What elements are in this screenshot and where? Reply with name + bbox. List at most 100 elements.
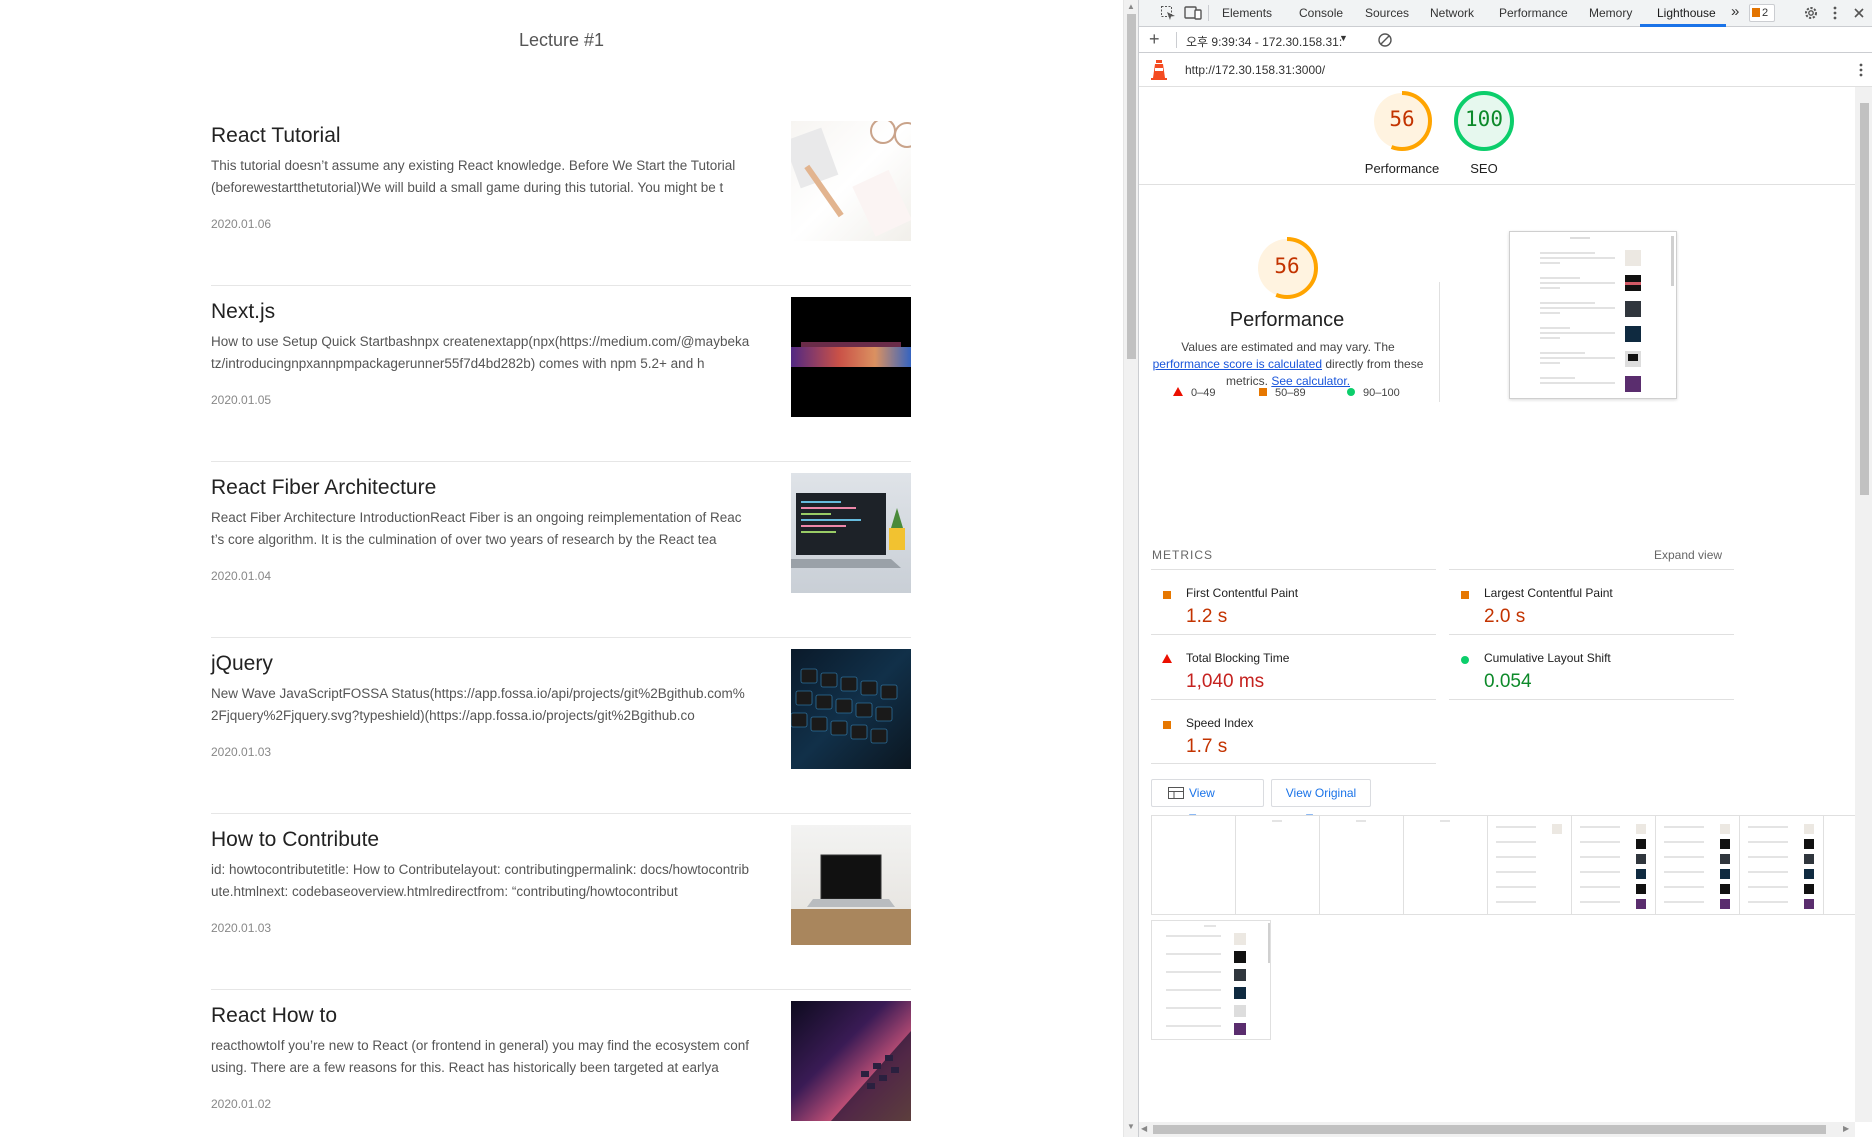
- report-horizontal-scrollbar[interactable]: ◀ ▶: [1139, 1122, 1855, 1137]
- metric-value: 1.2 s: [1186, 606, 1228, 627]
- devtools-panel: Elements Console Sources Network Perform…: [1138, 0, 1872, 1137]
- filmstrip: [1151, 815, 1855, 915]
- laptop-neon-image: [831, 1031, 911, 1121]
- more-tabs-icon[interactable]: »: [1731, 3, 1739, 20]
- tab-console[interactable]: Console: [1299, 6, 1343, 20]
- post-item[interactable]: How to Contribute id: howtocontributetit…: [211, 814, 911, 990]
- filmstrip-frame: [1740, 816, 1824, 914]
- summary-gauge-seo[interactable]: 100 SEO: [1452, 89, 1516, 179]
- post-title[interactable]: jQuery: [211, 652, 273, 676]
- fail-triangle-icon: [1173, 387, 1183, 396]
- filmstrip-frame: [1572, 816, 1656, 914]
- expand-view-toggle[interactable]: Expand view: [1654, 548, 1722, 562]
- report-url-bar: http://172.30.158.31:3000/: [1139, 53, 1872, 87]
- tab-elements[interactable]: Elements: [1222, 6, 1272, 20]
- post-description: reacthowtoIf you’re new to React (or fro…: [211, 1038, 750, 1075]
- app-root: Lecture #1 React Tutorial This tutorial …: [0, 0, 1872, 1137]
- post-item[interactable]: React How to reacthowtoIf you’re new to …: [211, 990, 911, 1137]
- settings-gear-icon[interactable]: [1803, 5, 1819, 21]
- post-thumbnail[interactable]: [791, 473, 911, 593]
- scroll-down-icon[interactable]: ▼: [1127, 1122, 1135, 1131]
- view-original-trace-button[interactable]: View Original Trace: [1271, 779, 1371, 826]
- post-date: 2020.01.02: [211, 1097, 272, 1111]
- scroll-up-icon[interactable]: ▲: [1127, 2, 1135, 11]
- metrics-heading: METRICS: [1152, 548, 1213, 562]
- post-title[interactable]: How to Contribute: [211, 828, 379, 852]
- tab-memory[interactable]: Memory: [1589, 6, 1632, 20]
- report-select[interactable]: 오후 9:39:34 - 172.30.158.31:3(: [1186, 33, 1342, 50]
- fail-triangle-icon: [1162, 654, 1172, 663]
- post-item[interactable]: jQuery New Wave JavaScriptFOSSA Status(h…: [211, 638, 911, 814]
- metric-value: 2.0 s: [1484, 606, 1526, 627]
- toolbar-divider: [1208, 5, 1209, 21]
- metric-label: Cumulative Layout Shift: [1484, 651, 1611, 665]
- post-title[interactable]: Next.js: [211, 300, 275, 324]
- toolbar-divider: [1176, 32, 1177, 48]
- laptop-code-image: [791, 493, 905, 568]
- post-date: 2020.01.03: [211, 745, 272, 759]
- report-dropdown-icon[interactable]: ▼: [1339, 33, 1348, 43]
- legend-label: 0–49: [1191, 387, 1216, 399]
- legend-pass: 90–100: [1347, 387, 1400, 399]
- filmstrip-frame: [1656, 816, 1740, 914]
- kebab-menu-icon[interactable]: [1827, 5, 1843, 21]
- post-item[interactable]: React Fiber Architecture React Fiber Arc…: [211, 462, 911, 638]
- metric-largest-contentful-paint: Largest Contentful Paint 2.0 s: [1449, 569, 1734, 633]
- section-divider: [1439, 282, 1440, 402]
- tab-sources[interactable]: Sources: [1365, 6, 1409, 20]
- metric-total-blocking-time: Total Blocking Time 1,040 ms: [1151, 634, 1436, 698]
- see-calculator-link[interactable]: See calculator.: [1271, 374, 1350, 388]
- performance-score-link[interactable]: performance score is calculated: [1153, 357, 1322, 371]
- post-title[interactable]: React Tutorial: [211, 124, 341, 148]
- post-thumbnail[interactable]: [791, 649, 911, 769]
- tab-network[interactable]: Network: [1430, 6, 1474, 20]
- post-description: React Fiber Architecture IntroductionRea…: [211, 510, 742, 547]
- post-date: 2020.01.06: [211, 217, 272, 231]
- post-item[interactable]: Next.js How to use Setup Quick Startbash…: [211, 286, 911, 462]
- gauge-score: 56: [1389, 107, 1415, 131]
- tab-lighthouse[interactable]: Lighthouse: [1657, 6, 1716, 20]
- blog-page: Lecture #1 React Tutorial This tutorial …: [0, 0, 1123, 1137]
- post-item[interactable]: React Tutorial This tutorial doesn’t ass…: [211, 110, 911, 286]
- report-url[interactable]: http://172.30.158.31:3000/: [1185, 63, 1325, 77]
- metric-cumulative-layout-shift: Cumulative Layout Shift 0.054: [1449, 634, 1734, 698]
- post-description: This tutorial doesn’t assume any existin…: [211, 158, 736, 195]
- metric-divider: [1449, 699, 1734, 700]
- report-scrollbar[interactable]: [1855, 87, 1872, 1122]
- post-thumbnail[interactable]: [791, 297, 911, 417]
- clear-all-icon[interactable]: [1377, 32, 1393, 48]
- metric-first-contentful-paint: First Contentful Paint 1.2 s: [1151, 569, 1436, 633]
- view-treemap-button[interactable]: View Treemap: [1151, 779, 1264, 826]
- performance-note: Values are estimated and may vary. The p…: [1147, 339, 1429, 390]
- close-devtools-icon[interactable]: [1851, 5, 1867, 21]
- lighthouse-logo-icon: [1150, 60, 1168, 85]
- metric-value: 1,040 ms: [1186, 671, 1265, 692]
- scroll-left-icon[interactable]: ◀: [1141, 1124, 1147, 1133]
- post-list: React Tutorial This tutorial doesn’t ass…: [211, 110, 911, 1137]
- post-title[interactable]: React How to: [211, 1004, 337, 1028]
- issues-badge[interactable]: 2: [1749, 4, 1775, 22]
- post-date: 2020.01.04: [211, 569, 272, 583]
- metric-label: Largest Contentful Paint: [1484, 586, 1613, 600]
- post-thumbnail[interactable]: [791, 1001, 911, 1121]
- treemap-icon: [1168, 787, 1184, 799]
- final-screenshot[interactable]: [1509, 231, 1677, 399]
- report-scrollbar-thumb[interactable]: [1860, 103, 1869, 495]
- lighthouse-toolbar: + 오후 9:39:34 - 172.30.158.31:3( ▼: [1139, 27, 1872, 53]
- pass-circle-icon: [1461, 656, 1469, 664]
- scroll-right-icon[interactable]: ▶: [1843, 1124, 1849, 1133]
- new-report-plus-icon[interactable]: +: [1149, 30, 1160, 48]
- page-scrollbar[interactable]: ▲ ▼: [1123, 0, 1138, 1137]
- horizontal-scrollbar-thumb[interactable]: [1153, 1125, 1826, 1134]
- tab-performance[interactable]: Performance: [1499, 6, 1568, 20]
- report-menu-icon[interactable]: [1853, 62, 1869, 78]
- page-scrollbar-thumb[interactable]: [1127, 14, 1136, 359]
- inspect-element-icon[interactable]: [1160, 5, 1176, 21]
- post-title[interactable]: React Fiber Architecture: [211, 476, 436, 500]
- average-square-icon: [1163, 721, 1171, 729]
- device-toolbar-icon[interactable]: [1184, 5, 1202, 21]
- gauge-label: SEO: [1470, 161, 1498, 176]
- metric-label: Speed Index: [1186, 716, 1254, 730]
- post-thumbnail[interactable]: [791, 121, 911, 241]
- post-thumbnail[interactable]: [791, 825, 911, 945]
